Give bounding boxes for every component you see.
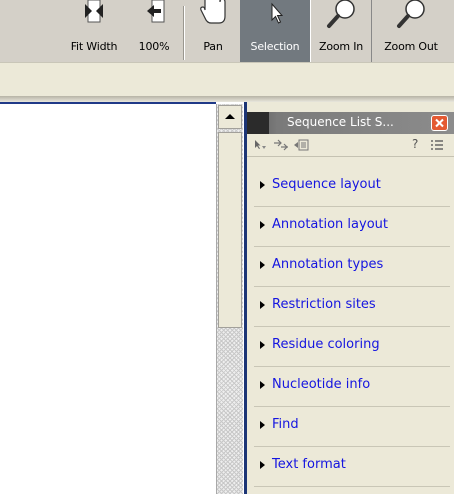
collapse-all-icon[interactable]: [273, 139, 289, 151]
scroll-up-button[interactable]: [218, 105, 242, 129]
expand-triangle-icon: [260, 341, 265, 349]
zoom-out-label: Zoom Out: [384, 40, 438, 53]
section-label: Find: [272, 417, 299, 432]
zoom-in-magnifier-icon: [311, 0, 371, 36]
zoom-out-button[interactable]: Zoom Out: [374, 0, 448, 62]
close-icon: [435, 118, 444, 128]
vertical-scrollbar[interactable]: [216, 104, 243, 494]
toolbar-separator: [183, 6, 185, 60]
expand-all-icon[interactable]: [253, 139, 267, 151]
pointer-arrow-icon: [240, 0, 310, 36]
expand-triangle-icon: [260, 261, 265, 269]
expand-triangle-icon: [260, 221, 265, 229]
hand-icon: [190, 0, 236, 36]
fit-width-label: Fit Width: [70, 40, 118, 53]
expand-triangle-icon: [260, 301, 265, 309]
section-find[interactable]: Find: [254, 407, 450, 447]
panel-title-handle: [247, 112, 269, 134]
panel-title-bar[interactable]: Sequence List S...: [247, 112, 454, 134]
section-label: Restriction sites: [272, 297, 376, 312]
section-label: Text format: [272, 457, 346, 472]
section-restriction-sites[interactable]: Restriction sites: [254, 287, 450, 327]
section-annotation-types[interactable]: Annotation types: [254, 247, 450, 287]
fit-width-button[interactable]: Fit Width: [60, 0, 128, 62]
expand-triangle-icon: [260, 181, 265, 189]
selection-button[interactable]: Selection: [240, 0, 310, 62]
expand-triangle-icon: [260, 461, 265, 469]
section-annotation-layout[interactable]: Annotation layout: [254, 207, 450, 247]
pan-button[interactable]: Pan: [190, 0, 236, 62]
panel-options-icon[interactable]: [429, 139, 445, 151]
help-button[interactable]: ?: [412, 137, 418, 151]
section-sequence-layout[interactable]: Sequence layout: [254, 167, 450, 207]
zoom-in-label: Zoom In: [318, 40, 364, 53]
section-label: Residue coloring: [272, 337, 380, 352]
list-view-icon[interactable]: [293, 139, 309, 151]
secondary-toolbar: [0, 62, 454, 97]
panel-toolbar: ?: [247, 134, 454, 157]
up-arrow-icon: [225, 114, 235, 119]
section-label: Annotation types: [272, 257, 384, 272]
expand-triangle-icon: [260, 381, 265, 389]
selection-label: Selection: [250, 40, 300, 53]
section-nucleotide-info[interactable]: Nucleotide info: [254, 367, 450, 407]
panel-close-button[interactable]: [431, 115, 448, 131]
section-label: Sequence layout: [272, 177, 381, 192]
scroll-thumb[interactable]: [218, 132, 242, 328]
fit-width-icon: [60, 0, 128, 36]
zoom-out-magnifier-icon: [374, 0, 448, 36]
section-label: Nucleotide info: [272, 377, 371, 392]
pan-label: Pan: [203, 40, 223, 53]
sequence-view-canvas[interactable]: [0, 102, 216, 496]
main-toolbar: Fit Width 100% Pan Selection Zoom In Zoo…: [0, 0, 454, 62]
actual-size-label: 100%: [138, 40, 170, 53]
section-text-format[interactable]: Text format: [254, 447, 450, 487]
panel-title: Sequence List S...: [287, 115, 394, 129]
expand-triangle-icon: [260, 421, 265, 429]
section-label: Annotation layout: [272, 217, 388, 232]
actual-size-button[interactable]: 100%: [130, 0, 178, 62]
sequence-list-settings-panel: Sequence List S... ? Sequence layout Ann…: [244, 102, 454, 494]
actual-size-icon: [130, 0, 178, 36]
zoom-in-button[interactable]: Zoom In: [310, 0, 372, 62]
section-residue-coloring[interactable]: Residue coloring: [254, 327, 450, 367]
